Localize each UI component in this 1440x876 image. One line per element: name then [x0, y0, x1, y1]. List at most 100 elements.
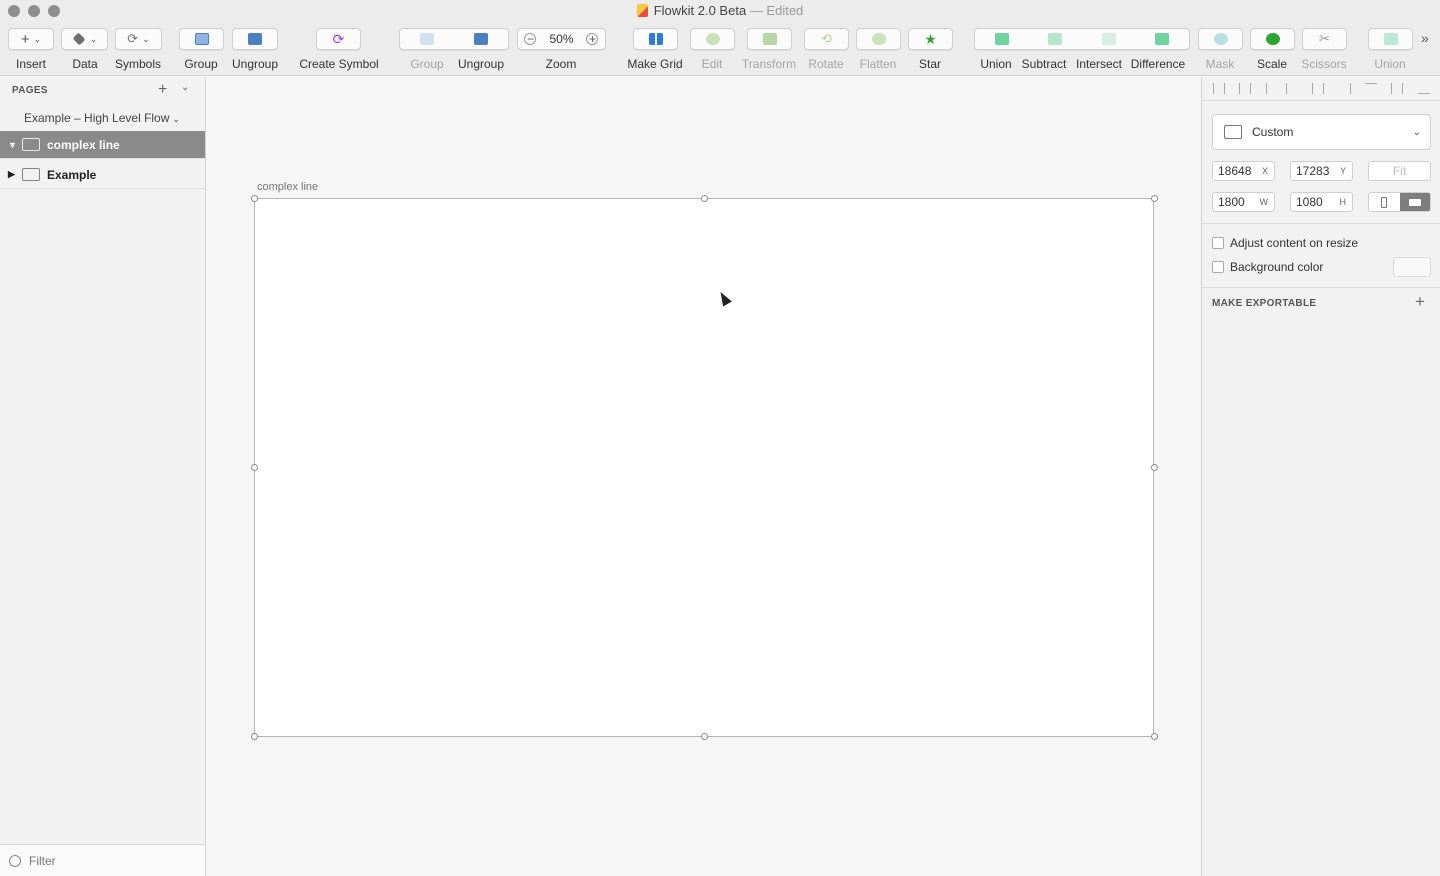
align-bottom-icon[interactable] [1417, 83, 1430, 94]
edit-button[interactable] [690, 28, 735, 50]
transform-button[interactable] [747, 28, 792, 50]
resize-handle-top-left[interactable] [251, 195, 258, 202]
resize-handle-top[interactable] [701, 195, 708, 202]
divider [1202, 287, 1440, 288]
canvas[interactable]: complex line [207, 77, 1200, 876]
ungroup-icon[interactable] [474, 33, 488, 45]
artboard-preset-select[interactable]: Custom ⌄ [1212, 114, 1431, 150]
rotate-button[interactable]: ⟲ [804, 28, 849, 50]
disclosure-triangle-icon[interactable]: ▼ [8, 140, 18, 150]
chevron-down-icon: ⌄ [89, 33, 98, 44]
distribute-horizontal-icon[interactable] [1213, 83, 1226, 94]
intersect-icon[interactable] [1101, 33, 1116, 45]
union-label: Union [980, 57, 1012, 71]
align-center-horizontal-icon[interactable] [1312, 83, 1325, 94]
symbols-label: Symbols [114, 57, 162, 71]
x-position-field[interactable]: 18648 X [1212, 161, 1275, 181]
width-field[interactable]: 1800 W [1212, 192, 1275, 212]
resize-handle-top-right[interactable] [1151, 195, 1158, 202]
filter-input[interactable]: Filter [29, 854, 56, 868]
insert-label: Insert [15, 57, 47, 71]
background-color-swatch[interactable] [1393, 257, 1431, 277]
union-icon [1383, 33, 1398, 45]
data-label: Data [72, 57, 98, 71]
preset-value: Custom [1252, 125, 1294, 139]
group-ungroup-segmented [399, 28, 509, 50]
scissors-label: Scissors [1301, 57, 1347, 71]
add-export-icon[interactable]: + [1415, 292, 1425, 312]
inspector-panel: Custom ⌄ 18648 X 17283 Y Fit 1800 W 1080 H A… [1201, 77, 1440, 876]
insert-button[interactable]: + ⌄ [8, 28, 54, 50]
artboard-title[interactable]: complex line [257, 181, 318, 193]
scale-label: Scale [1256, 57, 1288, 71]
rotate-label: Rotate [808, 57, 844, 71]
rotate-icon: ⟲ [821, 31, 832, 46]
scale-button[interactable] [1250, 28, 1295, 50]
flatten-icon [871, 33, 886, 45]
distribute-vertical-icon[interactable] [1239, 83, 1252, 94]
toolbar-overflow-icon[interactable]: » [1421, 30, 1429, 46]
add-page-icon[interactable]: + [158, 81, 167, 99]
resize-handle-bottom-right[interactable] [1151, 733, 1158, 740]
edit-label: Edit [701, 57, 723, 71]
document-icon [636, 4, 648, 17]
mask-button[interactable] [1198, 28, 1243, 50]
fit-button[interactable]: Fit [1368, 161, 1431, 181]
difference-icon[interactable] [1155, 33, 1170, 45]
union-icon[interactable] [994, 33, 1009, 45]
portrait-button[interactable] [1369, 193, 1400, 211]
adjust-content-checkbox[interactable]: Adjust content on resize [1212, 236, 1358, 250]
scissors-button[interactable]: ✂ [1302, 28, 1347, 50]
resize-handle-left[interactable] [251, 464, 258, 471]
y-position-field[interactable]: 17283 Y [1290, 161, 1353, 181]
align-top-icon[interactable] [1365, 83, 1378, 94]
divider [1202, 223, 1440, 224]
window-title: Flowkit 2.0 Beta — Edited [0, 3, 1440, 18]
pages-collapse-icon[interactable]: ⌄ [181, 82, 189, 93]
layer-row-example[interactable]: ▶ Example [0, 161, 205, 189]
align-middle-vertical-icon[interactable] [1391, 83, 1404, 94]
data-button[interactable]: ⌄ [61, 28, 108, 50]
flatten-button[interactable] [856, 28, 901, 50]
background-color-label: Background color [1230, 260, 1324, 274]
star-button[interactable]: ★ [908, 28, 953, 50]
tidy-icon[interactable] [1265, 83, 1272, 94]
group-label: Group [184, 57, 218, 71]
artboard-preset-icon [1224, 125, 1242, 139]
make-grid-button[interactable] [633, 28, 678, 50]
alignment-toolbar [1202, 77, 1440, 101]
resize-handle-bottom-left[interactable] [251, 733, 258, 740]
group-icon[interactable] [420, 33, 434, 45]
layer-filter[interactable]: Filter [0, 844, 205, 876]
create-symbol-button[interactable]: ⟳ [316, 28, 361, 50]
symbols-button[interactable]: ⟳ ⌄ [115, 28, 162, 50]
ungroup-button[interactable] [232, 28, 278, 50]
artboard-icon [22, 138, 40, 151]
landscape-icon [1408, 198, 1421, 206]
align-right-icon[interactable] [1339, 83, 1351, 94]
subtract-label: Subtract [1021, 57, 1067, 71]
current-page-label: Example – High Level Flow [24, 111, 170, 125]
zoom-out-icon[interactable]: − [524, 33, 537, 45]
union2-button[interactable] [1368, 28, 1413, 50]
disclosure-triangle-icon[interactable]: ▶ [8, 169, 18, 180]
resize-handle-right[interactable] [1151, 464, 1158, 471]
subtract-icon[interactable] [1048, 33, 1063, 45]
height-field[interactable]: 1080 H [1290, 192, 1353, 212]
background-color-checkbox[interactable]: Background color [1212, 260, 1323, 274]
resize-handle-bottom[interactable] [701, 733, 708, 740]
page-selector[interactable]: Example – High Level Flow ⌄ [24, 111, 180, 125]
checkbox[interactable] [1212, 237, 1224, 249]
checkbox[interactable] [1212, 261, 1224, 273]
chevron-down-icon: ⌄ [33, 33, 42, 44]
zoom-label: Zoom [545, 57, 577, 71]
zoom-in-icon[interactable]: + [586, 33, 599, 45]
artboard-complex-line[interactable] [254, 198, 1154, 737]
group-button[interactable] [179, 28, 224, 50]
ungroup2-label: Ungroup [457, 57, 505, 71]
landscape-button[interactable] [1399, 193, 1430, 211]
mask-icon [1213, 33, 1228, 45]
align-left-icon[interactable] [1286, 83, 1298, 94]
portrait-icon [1381, 196, 1388, 208]
layer-row-complex-line[interactable]: ▼ complex line [0, 131, 205, 159]
